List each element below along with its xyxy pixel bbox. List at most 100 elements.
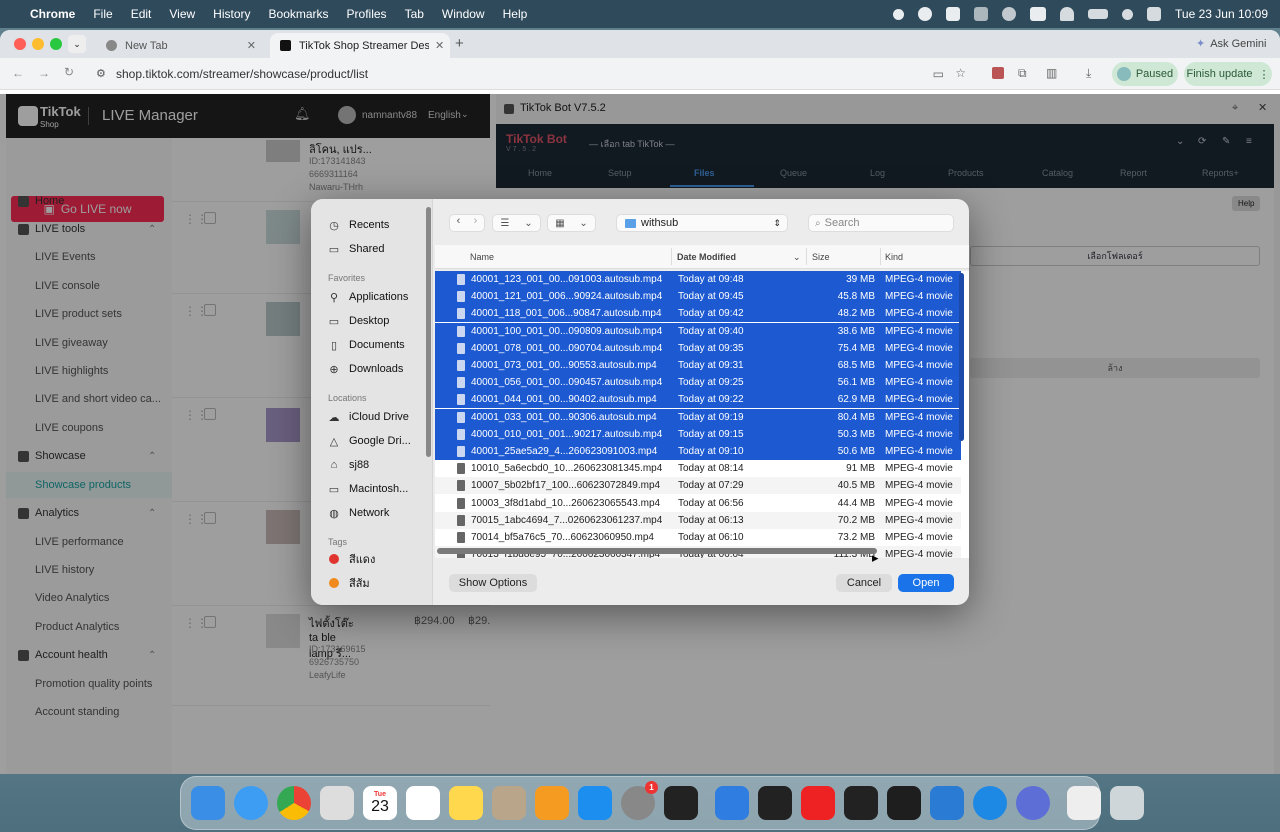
close-window-icon[interactable] (14, 38, 26, 50)
menu-history[interactable]: History (213, 7, 250, 21)
battery-icon[interactable] (1088, 9, 1109, 19)
finish-update-button[interactable]: Finish update ⋮ (1184, 62, 1272, 86)
back-icon[interactable]: ‹ (450, 215, 467, 231)
column-kind[interactable]: Kind (885, 252, 903, 262)
back-icon[interactable]: ← (12, 66, 24, 80)
vertical-scrollbar[interactable] (959, 273, 964, 441)
calendar-icon[interactable]: Tue 23 (363, 786, 397, 820)
minimize-window-icon[interactable] (32, 38, 44, 50)
extension-icon[interactable] (992, 67, 1004, 79)
install-icon[interactable]: ▭ (933, 67, 944, 81)
grid-icon[interactable] (946, 7, 961, 21)
clock[interactable]: Tue 23 Jun 10:09 (1175, 7, 1268, 21)
finder-icon[interactable] (191, 786, 225, 820)
system-settings-icon[interactable]: 1 (621, 781, 658, 820)
activity-monitor-icon[interactable] (844, 786, 878, 820)
notes-icon[interactable] (449, 786, 483, 820)
search-field[interactable]: ⌕ Search (808, 214, 954, 232)
preview-window-icon[interactable] (1067, 786, 1101, 820)
reminders-icon[interactable] (406, 786, 440, 820)
new-tab-icon[interactable]: + (455, 35, 464, 52)
ask-gemini-button[interactable]: ✦ Ask Gemini (1196, 37, 1266, 51)
open-button[interactable]: Open (898, 574, 954, 592)
media-app-icon[interactable] (801, 786, 835, 820)
record-icon[interactable] (893, 8, 905, 20)
sidebar-item-tag-red[interactable]: สีแดง (327, 549, 375, 569)
sidebar-scrollbar[interactable] (426, 207, 431, 457)
launchpad-icon[interactable] (320, 786, 354, 820)
file-row[interactable]: 70014_bf5a76c5_70...60623060950.mp4 Today… (435, 529, 961, 546)
play-icon[interactable] (1002, 7, 1017, 21)
sidebar-item-recents[interactable]: ◷ Recents (327, 215, 389, 235)
file-row[interactable]: 40001_078_001_00...090704.autosub.mp4 Tod… (435, 339, 961, 357)
file-row[interactable]: 40001_033_001_00...90306.autosub.mp4 Toda… (435, 408, 961, 426)
dots-app-icon[interactable] (758, 786, 792, 820)
show-options-button[interactable]: Show Options (449, 574, 537, 592)
column-size[interactable]: Size (812, 252, 830, 262)
bookmark-star-icon[interactable]: ☆ (955, 66, 966, 80)
tab-search-icon[interactable]: ⌄ (68, 35, 86, 53)
wifi-icon[interactable] (1060, 7, 1075, 21)
file-row[interactable]: 10007_5b02bf17_100...60623072849.mp4 Toda… (435, 477, 961, 495)
sidebar-item-icloud[interactable]: ☁ iCloud Drive (327, 407, 409, 427)
sidebar-item-desktop[interactable]: ▭ Desktop (327, 311, 390, 331)
menu-file[interactable]: File (93, 7, 112, 21)
contacts-icon[interactable] (492, 786, 526, 820)
sidebar-item-applications[interactable]: ⚲ Applications (327, 287, 408, 307)
terminal-icon[interactable] (887, 786, 921, 820)
windows-app-icon[interactable] (715, 786, 749, 820)
sidebar-item-macintosh[interactable]: ▭ Macintosh... (327, 479, 409, 499)
file-row[interactable]: 40001_25ae5a29_4...260623091003.mp4 Today… (435, 443, 961, 460)
sidebar-item-downloads[interactable]: ⊕ Downloads (327, 359, 403, 379)
column-name[interactable]: Name (470, 252, 494, 262)
file-row[interactable]: 40001_056_001_00...090457.autosub.mp4 Tod… (435, 374, 961, 392)
file-row[interactable]: 40001_010_001_001...90217.autosub.mp4 Tod… (435, 425, 961, 443)
settings-icon[interactable] (918, 7, 933, 21)
close-tab-icon[interactable]: ✕ (247, 39, 256, 52)
proxy-app-icon[interactable] (973, 786, 1007, 820)
column-date[interactable]: Date Modified (677, 252, 736, 262)
cancel-button[interactable]: Cancel (836, 574, 892, 592)
paused-profile-button[interactable]: Paused (1112, 62, 1178, 86)
control-center-icon[interactable] (1147, 7, 1162, 21)
file-row[interactable]: 40001_123_001_00...091003.autosub.mp4 Tod… (435, 271, 961, 288)
input-source-icon[interactable] (1030, 7, 1047, 21)
zoom-window-icon[interactable] (50, 38, 62, 50)
menu-profiles[interactable]: Profiles (347, 7, 387, 21)
folder-popup[interactable]: withsub ⇕ (616, 214, 788, 232)
messenger-app-icon[interactable] (1016, 786, 1050, 820)
sidebar-item-tag-orange[interactable]: สีส้ม (327, 573, 370, 593)
menu-help[interactable]: Help (503, 7, 528, 21)
chrome-icon[interactable] (277, 786, 311, 820)
sidebar-item-sj88[interactable]: ⌂ sj88 (327, 455, 370, 475)
sidebar-item-shared[interactable]: ▭ Shared (327, 239, 385, 259)
side-panel-icon[interactable]: ▥ (1046, 66, 1057, 80)
sidebar-item-network[interactable]: ◍ Network (327, 503, 389, 523)
file-row[interactable]: 10003_3f8d1abd_10...260623065543.mp4 Toda… (435, 495, 961, 512)
horizontal-scrollbar[interactable] (437, 548, 877, 554)
file-row[interactable]: 70015_1abc4694_7...0260623061237.mp4 Toda… (435, 511, 961, 529)
menu-window[interactable]: Window (442, 7, 485, 21)
menu-app-name[interactable]: Chrome (30, 7, 75, 21)
list-view-button[interactable]: ☰ ⌄ (492, 214, 541, 232)
file-row[interactable]: 40001_118_001_006...90847.autosub.mp4 Tod… (435, 305, 961, 323)
menu-view[interactable]: View (169, 7, 195, 21)
sidebar-item-documents[interactable]: ▯ Documents (327, 335, 405, 355)
vscode-icon[interactable] (930, 786, 964, 820)
spotlight-icon[interactable] (1122, 8, 1134, 20)
downloads-icon[interactable]: ⤓ (1086, 66, 1091, 81)
apps-icon[interactable] (974, 7, 989, 21)
file-row[interactable]: 40001_073_001_00...90553.autosub.mp4 Toda… (435, 357, 961, 374)
file-row[interactable]: 40001_044_001_00...90402.autosub.mp4 Toda… (435, 391, 961, 409)
file-row[interactable]: 40001_100_001_00...090809.autosub.mp4 Tod… (435, 322, 961, 340)
menu-tab[interactable]: Tab (405, 7, 424, 21)
pages-icon[interactable] (535, 786, 569, 820)
capcut-icon[interactable] (664, 786, 698, 820)
close-tab-icon[interactable]: ✕ (435, 39, 444, 52)
app-store-icon[interactable] (578, 786, 612, 820)
tab-tiktok-shop[interactable]: TikTok Shop Streamer Deskto ✕ (270, 33, 450, 58)
reload-icon[interactable]: ↻ (64, 65, 74, 79)
forward-icon[interactable]: → (38, 66, 50, 80)
menu-bookmarks[interactable]: Bookmarks (269, 7, 329, 21)
file-row[interactable]: 40001_121_001_006...90924.autosub.mp4 Tod… (435, 288, 961, 306)
